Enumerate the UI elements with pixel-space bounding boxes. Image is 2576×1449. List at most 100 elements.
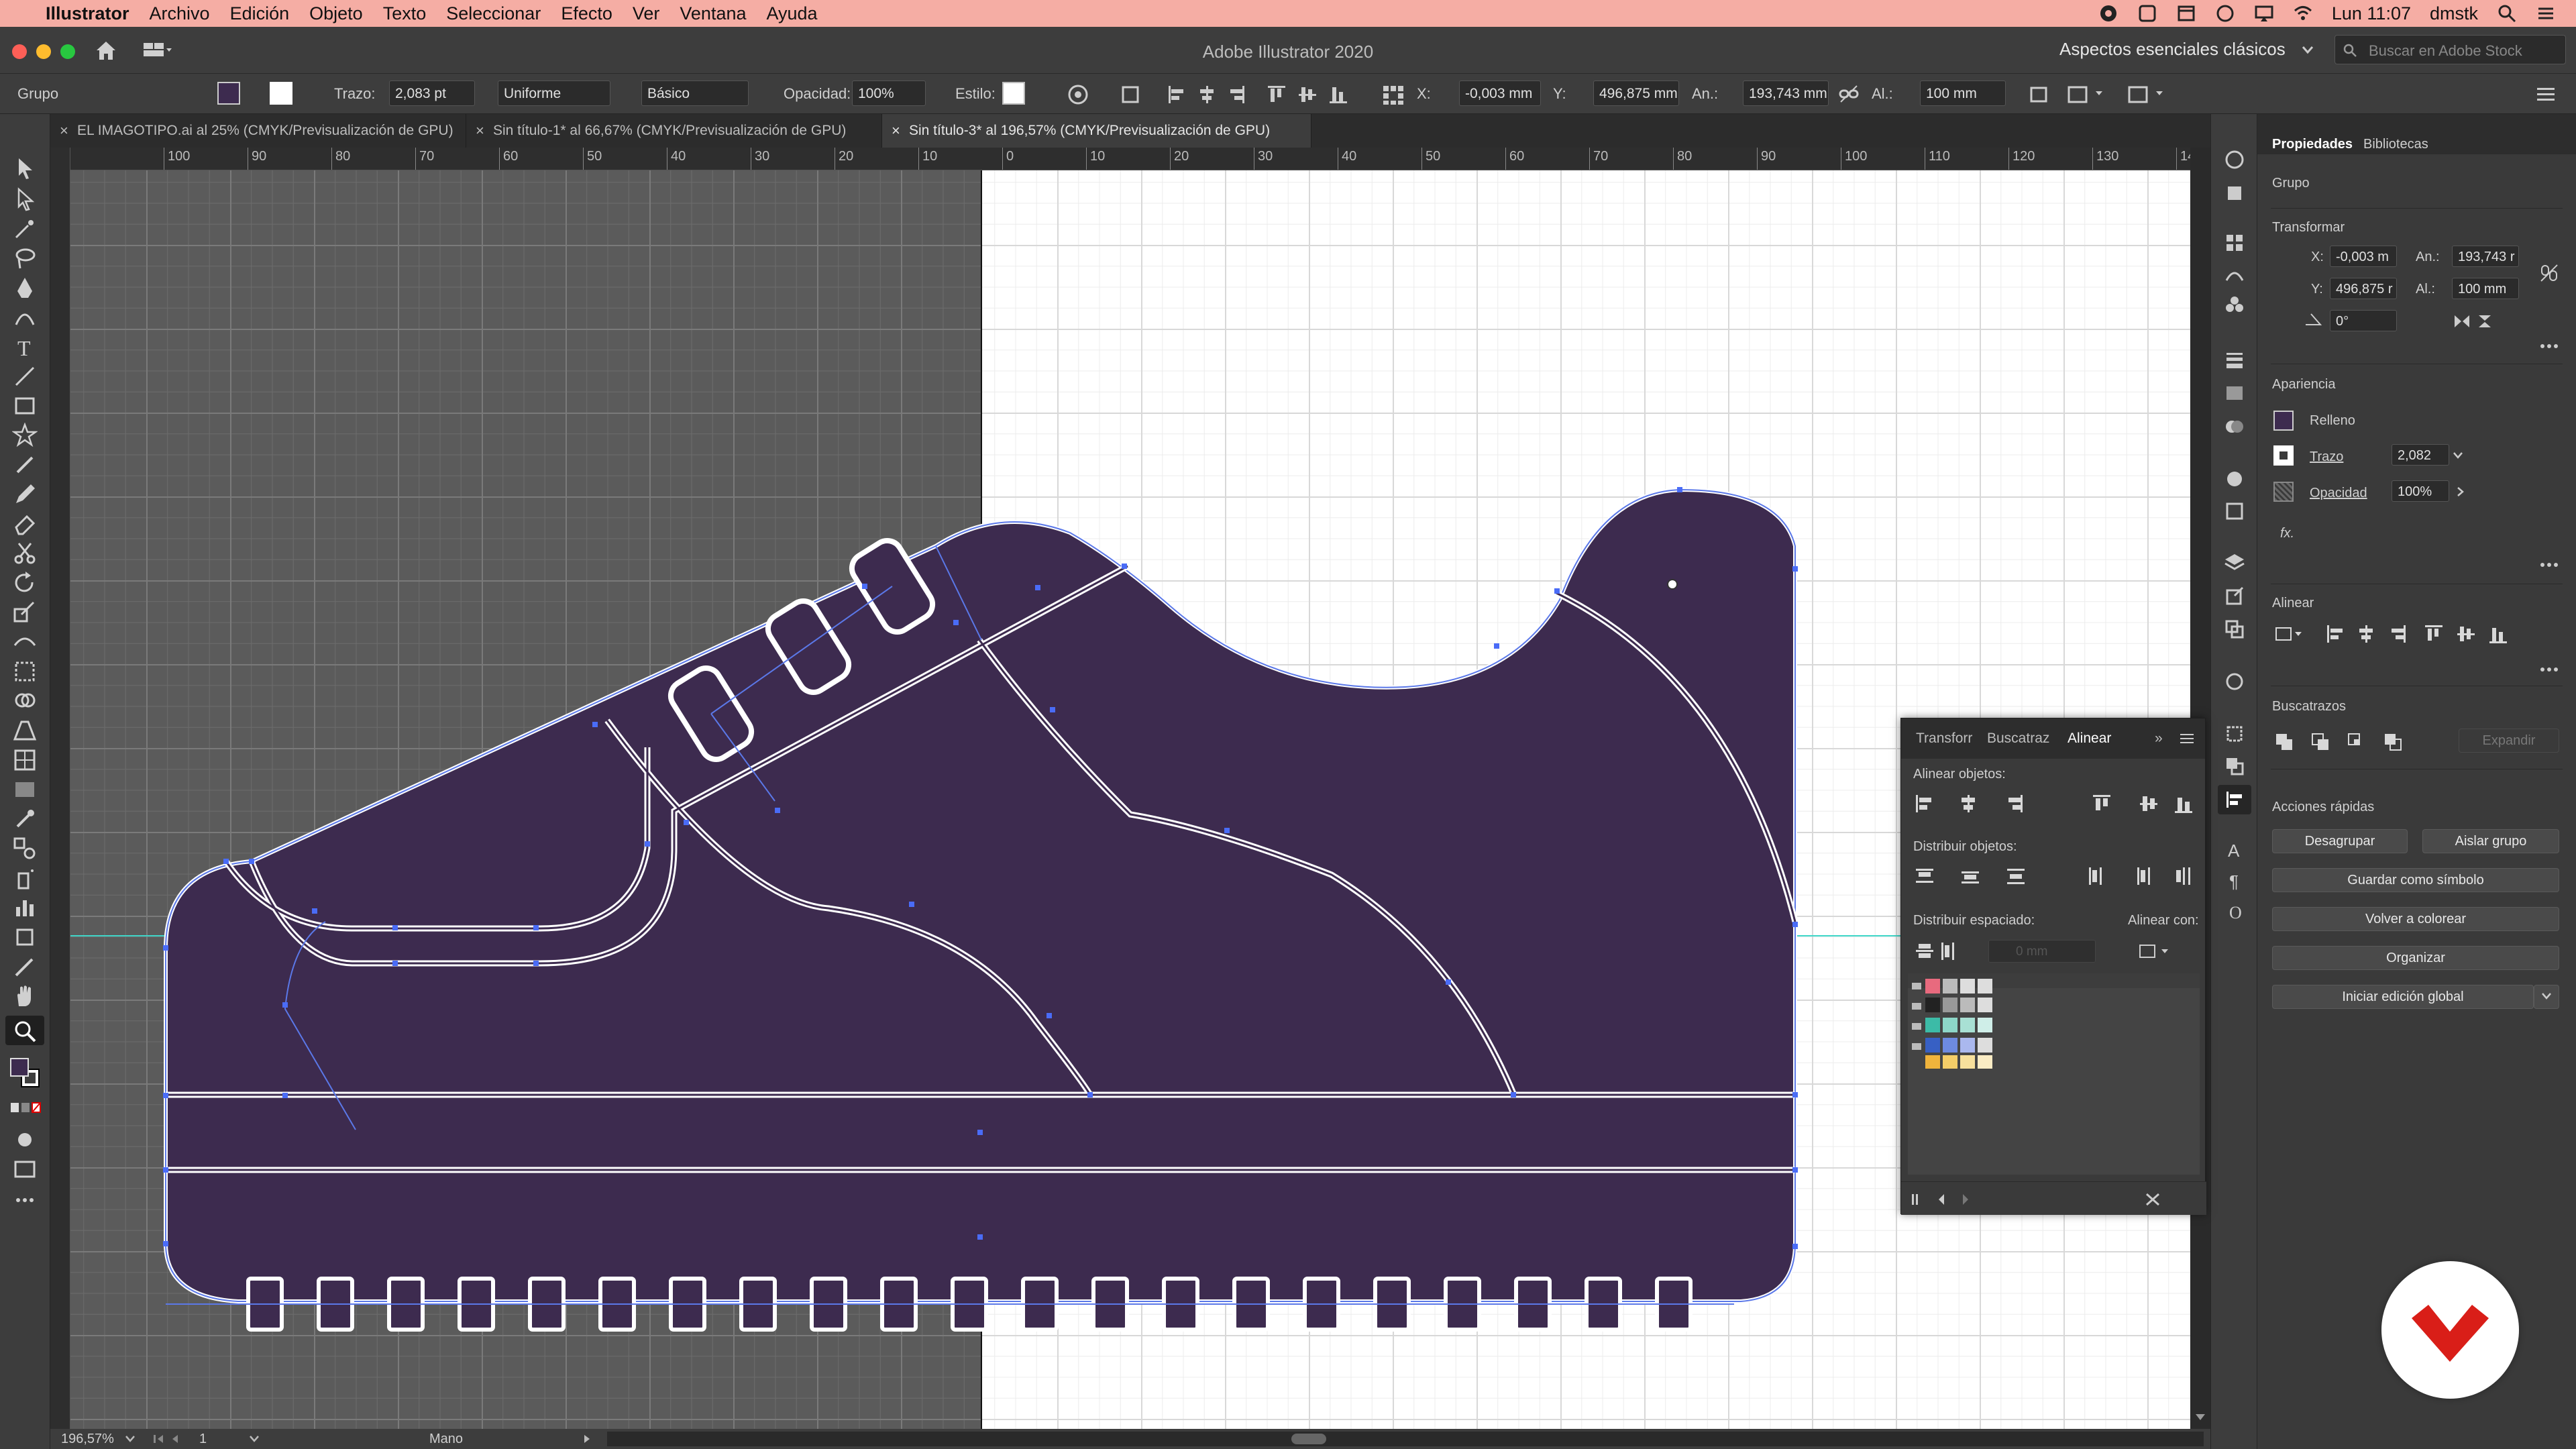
horizontal-scrollbar[interactable] bbox=[607, 1432, 2204, 1446]
mesh-tool-icon[interactable] bbox=[12, 747, 38, 773]
creative-cloud-icon[interactable] bbox=[2098, 3, 2118, 23]
scale-tool-icon[interactable] bbox=[12, 600, 38, 625]
artboard-number[interactable]: 1 bbox=[199, 1432, 207, 1447]
selection-tool-icon[interactable] bbox=[12, 156, 38, 181]
opacity-input[interactable]: 100% bbox=[852, 80, 926, 106]
asset-export-icon[interactable] bbox=[2224, 585, 2245, 606]
paragraph-icon[interactable]: ¶ bbox=[2224, 869, 2245, 891]
link-proportions-icon[interactable] bbox=[1838, 85, 1860, 103]
save-as-symbol-button[interactable]: Guardar como símbolo bbox=[2272, 868, 2559, 892]
control-center-icon[interactable] bbox=[2536, 3, 2556, 23]
eraser-tool-icon[interactable] bbox=[12, 511, 38, 537]
pathfinder-panel-icon[interactable] bbox=[2224, 755, 2245, 777]
spacing-input[interactable]: 0 mm bbox=[1988, 940, 2096, 963]
stroke-swatch[interactable] bbox=[270, 82, 292, 105]
dropbox-icon[interactable] bbox=[2137, 3, 2157, 23]
tab-libraries[interactable]: Bibliotecas bbox=[2363, 137, 2428, 152]
x-input[interactable]: -0,003 m bbox=[2330, 246, 2397, 267]
transform-panel-icon[interactable] bbox=[2224, 723, 2245, 745]
libraries-icon[interactable] bbox=[2224, 182, 2245, 204]
constrain-proportions-icon[interactable] bbox=[2539, 263, 2559, 283]
width-input[interactable]: 193,743 r bbox=[2452, 246, 2519, 267]
global-edit-dropdown[interactable] bbox=[2534, 985, 2559, 1009]
slice-tool-icon[interactable] bbox=[12, 954, 38, 979]
chevron-down-icon[interactable] bbox=[124, 1434, 136, 1444]
menu-ver[interactable]: Ver bbox=[633, 3, 660, 24]
artboards-icon[interactable] bbox=[2224, 619, 2245, 640]
opacity-label[interactable]: Opacidad bbox=[2310, 486, 2367, 501]
y-position-input[interactable]: 496,875 mm bbox=[1593, 80, 1679, 106]
hand-tool-icon[interactable] bbox=[12, 983, 38, 1009]
opentype-icon[interactable]: O bbox=[2224, 900, 2245, 922]
chevron-down-icon[interactable] bbox=[248, 1434, 260, 1444]
tab-sin-titulo-1[interactable]: × Sin título-1* al 66,67% (CMYK/Previsual… bbox=[466, 114, 882, 148]
column-graph-tool-icon[interactable] bbox=[12, 895, 38, 920]
paintbrush-tool-icon[interactable] bbox=[12, 452, 38, 478]
recolor-button[interactable]: Volver a colorear bbox=[2272, 907, 2559, 931]
distribute-objects-buttons[interactable] bbox=[1913, 865, 2195, 888]
close-tab-icon[interactable]: × bbox=[60, 122, 68, 140]
artboard-canvas[interactable] bbox=[70, 170, 2190, 1429]
navigator-icon[interactable] bbox=[2224, 671, 2245, 692]
pathfinder-buttons[interactable] bbox=[2273, 730, 2414, 753]
chevron-down-icon[interactable] bbox=[2301, 44, 2314, 55]
curvature-tool-icon[interactable] bbox=[12, 305, 38, 330]
gradient-tool-icon[interactable] bbox=[12, 777, 38, 802]
brushes-icon[interactable] bbox=[2224, 263, 2245, 284]
close-tab-icon[interactable]: × bbox=[892, 122, 900, 140]
menu-seleccionar[interactable]: Seleccionar bbox=[446, 3, 541, 24]
isolate-group-button[interactable]: Aislar grupo bbox=[2422, 829, 2559, 853]
menu-ventana[interactable]: Ventana bbox=[680, 3, 746, 24]
width-input[interactable]: 193,743 mm bbox=[1743, 80, 1829, 106]
free-transform-tool-icon[interactable] bbox=[12, 659, 38, 684]
shoe-body[interactable] bbox=[164, 487, 1797, 1303]
cloud-sync-icon[interactable] bbox=[2215, 3, 2235, 23]
menu-lines-icon[interactable] bbox=[2536, 86, 2556, 103]
pencil-tool-icon[interactable] bbox=[12, 482, 38, 507]
align-objects-buttons[interactable] bbox=[1913, 792, 2195, 815]
arrange-button[interactable]: Organizar bbox=[2272, 946, 2559, 970]
panel-options-icon[interactable] bbox=[2127, 83, 2167, 106]
y-input[interactable]: 496,875 r bbox=[2330, 278, 2397, 299]
eyedropper-tool-icon[interactable] bbox=[12, 806, 38, 832]
clock[interactable]: Lun 11:07 bbox=[2332, 3, 2411, 24]
close-tab-icon[interactable]: × bbox=[476, 122, 484, 140]
star-tool-icon[interactable] bbox=[12, 423, 38, 448]
more-options-icon[interactable] bbox=[2539, 665, 2559, 674]
perspective-grid-tool-icon[interactable] bbox=[12, 718, 38, 743]
tab-properties[interactable]: Propiedades bbox=[2272, 137, 2353, 152]
width-tool-icon[interactable] bbox=[12, 629, 38, 655]
variable-width-profile[interactable]: Uniforme bbox=[498, 80, 610, 106]
magic-wand-tool-icon[interactable] bbox=[12, 216, 38, 241]
recolor-icon[interactable] bbox=[1067, 83, 1089, 106]
menu-ayuda[interactable]: Ayuda bbox=[767, 3, 818, 24]
align-buttons[interactable] bbox=[2273, 623, 2562, 645]
symbols-icon[interactable] bbox=[2224, 294, 2245, 315]
stroke-panel-icon[interactable] bbox=[2224, 349, 2245, 370]
stroke-swatch[interactable] bbox=[2273, 445, 2294, 466]
vertical-ruler[interactable] bbox=[50, 148, 70, 1429]
x-position-input[interactable]: -0,003 mm bbox=[1459, 80, 1541, 106]
screen-mode-icon[interactable] bbox=[12, 1157, 38, 1182]
wifi-icon[interactable] bbox=[2293, 3, 2313, 23]
spotlight-search-icon[interactable] bbox=[2497, 3, 2517, 23]
tab-align[interactable]: Alinear bbox=[2068, 731, 2111, 747]
ungroup-button[interactable]: Desagrupar bbox=[2272, 829, 2408, 853]
opacity-input[interactable]: 100% bbox=[2392, 480, 2449, 502]
rectangle-tool-icon[interactable] bbox=[12, 393, 38, 419]
calendar-icon[interactable] bbox=[2176, 3, 2196, 23]
height-input[interactable]: 100 mm bbox=[2452, 278, 2519, 299]
tab-pathfinder[interactable]: Buscatraz bbox=[1987, 731, 2049, 747]
align-to-dropdown[interactable] bbox=[2136, 940, 2176, 963]
menu-app[interactable]: Illustrator bbox=[46, 3, 129, 24]
flip-icons[interactable] bbox=[2452, 313, 2499, 330]
artboard-tool-icon[interactable] bbox=[12, 924, 38, 950]
brush-definition[interactable]: Básico bbox=[641, 80, 749, 106]
menu-texto[interactable]: Texto bbox=[383, 3, 427, 24]
graphic-style-swatch[interactable] bbox=[1002, 82, 1025, 105]
align-buttons-icon[interactable] bbox=[1167, 83, 1368, 106]
tab-sin-titulo-3[interactable]: × Sin título-3* al 196,57% (CMYK/Previsua… bbox=[882, 114, 1311, 148]
swatches-icon[interactable] bbox=[2224, 232, 2245, 254]
panel-menu-icon[interactable] bbox=[2179, 732, 2195, 745]
zoom-level[interactable]: 196,57% bbox=[61, 1432, 114, 1447]
